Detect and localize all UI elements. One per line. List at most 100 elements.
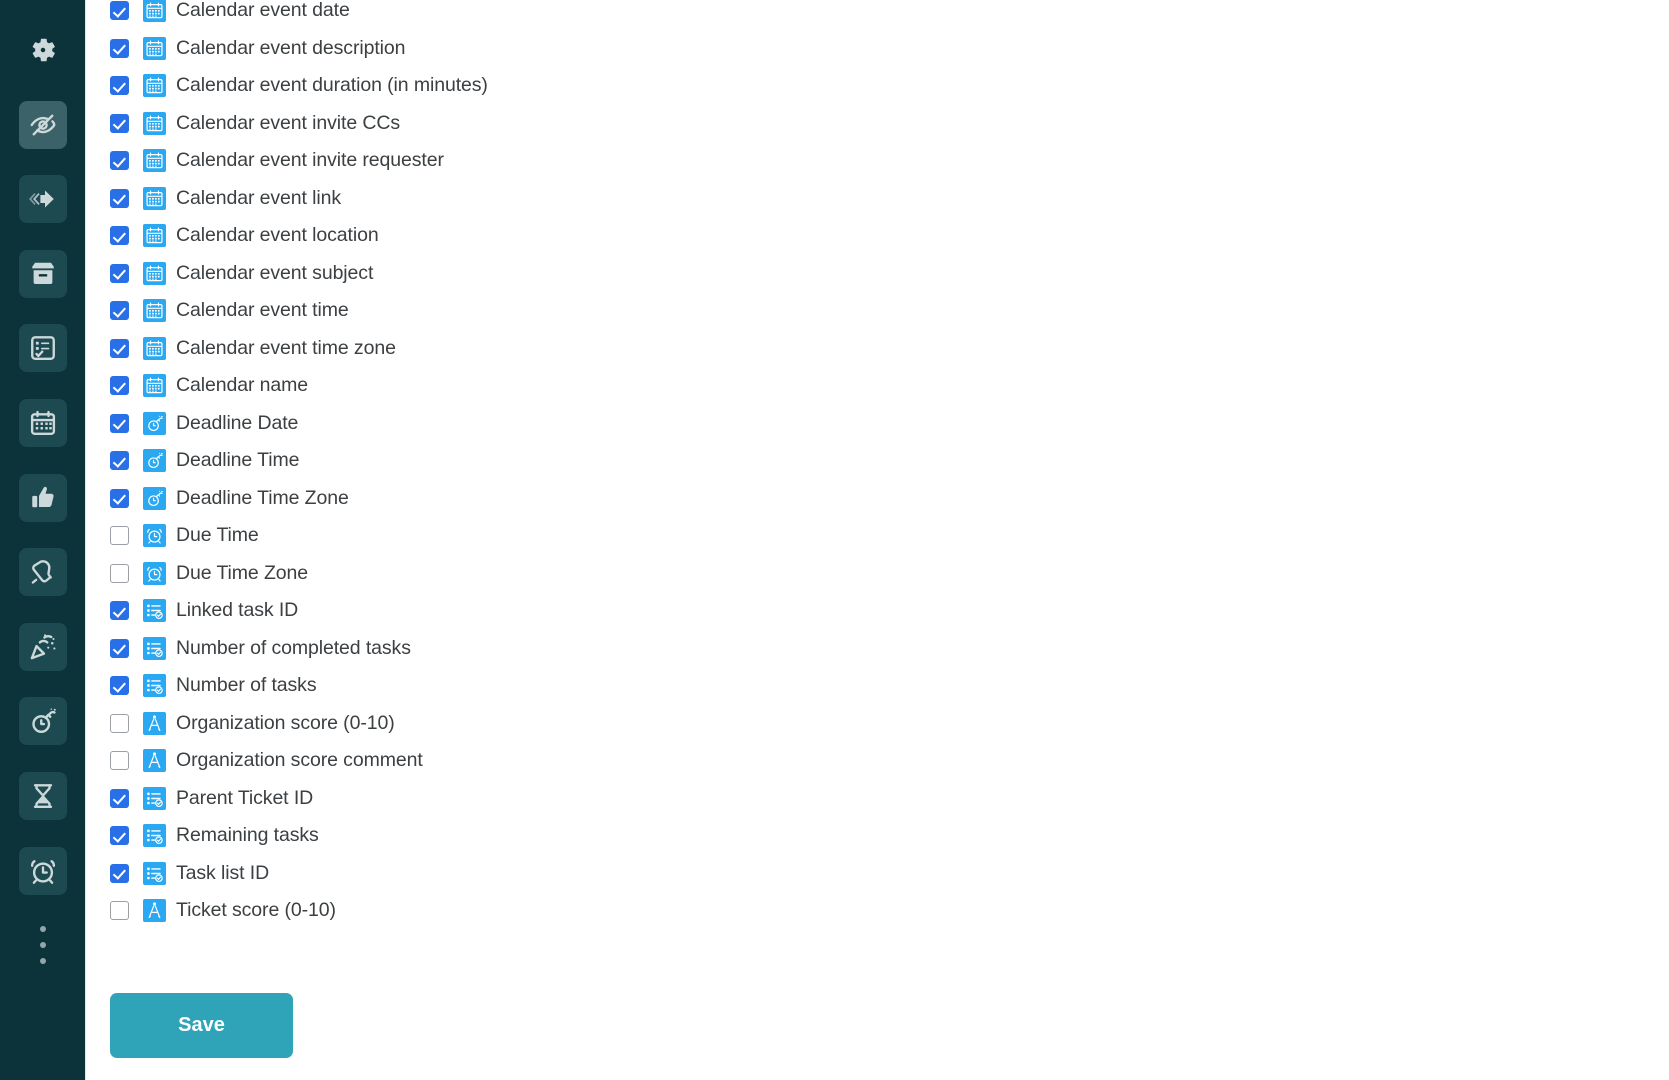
field-row[interactable]: Remaining tasks	[86, 817, 1669, 855]
sidebar-item-calendar[interactable]	[19, 399, 67, 447]
field-checkbox[interactable]	[110, 488, 129, 508]
field-checkbox[interactable]	[110, 263, 129, 283]
field-label: Deadline Date	[176, 411, 299, 434]
sidebar-item-votes[interactable]	[19, 473, 67, 522]
field-checkbox[interactable]	[110, 338, 129, 358]
sidebar-item-deadlines[interactable]	[19, 697, 67, 746]
field-row[interactable]: Organization score (0-10)	[86, 705, 1669, 743]
checklist-icon	[143, 786, 166, 810]
field-label: Organization score comment	[176, 749, 423, 772]
field-row[interactable]: Calendar name	[86, 367, 1669, 405]
field-label: Calendar event description	[176, 36, 406, 59]
field-checkbox[interactable]	[110, 1, 129, 21]
field-checkbox[interactable]	[110, 413, 129, 433]
left-sidebar	[0, 0, 86, 1080]
calendar-icon	[143, 336, 166, 360]
compass-icon	[143, 749, 166, 773]
field-label: Calendar event time zone	[176, 336, 396, 359]
field-checkbox[interactable]	[110, 451, 129, 471]
field-label: Calendar event date	[176, 0, 350, 22]
field-label: Ticket score (0-10)	[176, 899, 336, 922]
checklist-icon	[143, 824, 166, 848]
field-checkbox[interactable]	[110, 713, 129, 733]
field-checkbox[interactable]	[110, 526, 129, 546]
field-row[interactable]: Calendar event invite requester	[86, 142, 1669, 180]
field-checkbox[interactable]	[110, 638, 129, 658]
field-row[interactable]: Calendar event date	[86, 0, 1669, 30]
compass-icon	[143, 899, 166, 923]
alarm-clock-icon	[143, 561, 166, 585]
field-checkbox[interactable]	[110, 676, 129, 696]
sidebar-item-move-cards[interactable]	[19, 175, 67, 224]
field-row[interactable]: Linked task ID	[86, 592, 1669, 630]
field-checkbox[interactable]	[110, 901, 129, 921]
field-label: Organization score (0-10)	[176, 711, 395, 734]
sidebar-item-hidden-fields[interactable]	[19, 100, 67, 149]
field-label: Calendar event invite CCs	[176, 111, 401, 134]
field-checkbox[interactable]	[110, 226, 129, 246]
eye-slash-icon	[28, 110, 58, 140]
save-button[interactable]: Save	[110, 993, 293, 1058]
field-row[interactable]: Number of tasks	[86, 667, 1669, 705]
field-checkbox[interactable]	[110, 76, 129, 96]
field-row[interactable]: Due Time	[86, 517, 1669, 555]
field-row[interactable]: Number of completed tasks	[86, 630, 1669, 668]
field-row[interactable]: Organization score comment	[86, 742, 1669, 780]
field-row[interactable]: Calendar event link	[86, 180, 1669, 218]
field-label: Calendar event invite requester	[176, 149, 444, 172]
field-row[interactable]: Deadline Date	[86, 405, 1669, 443]
field-checkbox[interactable]	[110, 826, 129, 846]
field-checkbox[interactable]	[110, 113, 129, 133]
sidebar-item-more-options[interactable]	[19, 921, 67, 969]
field-row[interactable]: Calendar event invite CCs	[86, 105, 1669, 143]
save-button-container: Save	[110, 993, 293, 1058]
field-checkbox[interactable]	[110, 151, 129, 171]
field-label: Calendar event link	[176, 186, 342, 209]
field-checkbox[interactable]	[110, 38, 129, 58]
sidebar-item-settings[interactable]	[19, 26, 67, 74]
field-label: Number of tasks	[176, 674, 317, 697]
field-checkbox[interactable]	[110, 751, 129, 771]
sidebar-item-reminders[interactable]	[19, 846, 67, 895]
field-label: Linked task ID	[176, 599, 299, 622]
calendar-icon	[143, 74, 166, 98]
sidebar-item-notifications[interactable]	[19, 548, 67, 597]
field-row[interactable]: Deadline Time Zone	[86, 480, 1669, 518]
field-row[interactable]: Task list ID	[86, 855, 1669, 893]
archive-box-icon	[28, 259, 58, 289]
field-label: Calendar event duration (in minutes)	[176, 74, 488, 97]
field-row[interactable]: Ticket score (0-10)	[86, 892, 1669, 930]
calendar-icon	[143, 111, 166, 135]
field-label: Deadline Time Zone	[176, 486, 349, 509]
calendar-icon	[143, 261, 166, 285]
field-row[interactable]: Calendar event description	[86, 30, 1669, 68]
field-checkbox[interactable]	[110, 788, 129, 808]
field-checkbox[interactable]	[110, 863, 129, 883]
field-row[interactable]: Deadline Time	[86, 442, 1669, 480]
field-row[interactable]: Parent Ticket ID	[86, 780, 1669, 818]
field-row[interactable]: Calendar event time zone	[86, 330, 1669, 368]
field-row[interactable]: Calendar event time	[86, 292, 1669, 330]
sidebar-item-checklists[interactable]	[19, 324, 67, 373]
checklist-icon	[143, 636, 166, 660]
calendar-icon	[143, 224, 166, 248]
sidebar-item-time-tracking[interactable]	[19, 772, 67, 820]
field-row[interactable]: Calendar event location	[86, 217, 1669, 255]
field-checkbox[interactable]	[110, 376, 129, 396]
field-checkbox[interactable]	[110, 563, 129, 583]
field-row[interactable]: Calendar event duration (in minutes)	[86, 67, 1669, 105]
field-checkbox[interactable]	[110, 188, 129, 208]
checklist-icon	[143, 674, 166, 698]
bomb-icon	[28, 706, 58, 736]
sidebar-item-celebrations[interactable]	[19, 622, 67, 671]
field-label: Calendar name	[176, 374, 309, 397]
field-row[interactable]: Calendar event subject	[86, 255, 1669, 293]
field-checkbox[interactable]	[110, 301, 129, 321]
field-label: Calendar event time	[176, 299, 349, 322]
calendar-icon	[143, 186, 166, 210]
field-label: Remaining tasks	[176, 824, 319, 847]
field-row[interactable]: Due Time Zone	[86, 555, 1669, 593]
sidebar-item-archive[interactable]	[19, 249, 67, 298]
stack-arrow-icon	[28, 184, 58, 214]
field-checkbox[interactable]	[110, 601, 129, 621]
